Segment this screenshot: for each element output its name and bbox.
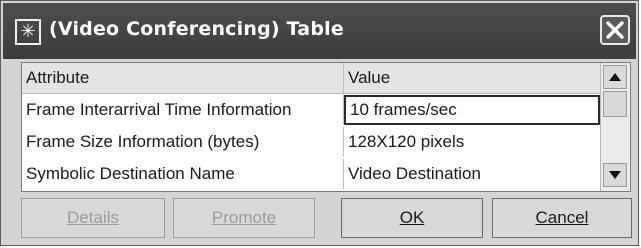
close-button[interactable] [600, 15, 630, 45]
table-dialog: ✳ (Video Conferencing) Table Attribute V… [0, 0, 639, 246]
table-row[interactable]: Frame Size Information (bytes) 128X120 p… [22, 127, 600, 157]
table-header-row: Attribute Value [22, 63, 600, 94]
vertical-scrollbar[interactable] [600, 63, 630, 191]
close-icon [606, 21, 624, 39]
window-title: (Video Conferencing) Table [49, 18, 344, 40]
arrow-up-icon [609, 73, 621, 81]
ok-button[interactable]: OK [341, 198, 483, 238]
attribute-table: Attribute Value Frame Interarrival Time … [21, 62, 631, 192]
scroll-up-button[interactable] [603, 65, 627, 89]
asterisk-icon: ✳ [15, 19, 41, 45]
attribute-column-header[interactable]: Attribute [22, 63, 344, 93]
scroll-down-button[interactable] [603, 163, 627, 187]
cancel-button[interactable]: Cancel [492, 198, 632, 238]
table-row[interactable]: Frame Interarrival Time Information 10 f… [22, 95, 600, 125]
attribute-cell[interactable]: Frame Interarrival Time Information [22, 95, 344, 125]
value-input[interactable]: 10 frames/sec [344, 95, 600, 125]
attribute-cell[interactable]: Frame Size Information (bytes) [22, 127, 344, 157]
attribute-cell[interactable]: Symbolic Destination Name [22, 159, 344, 189]
value-cell[interactable]: Video Destination [344, 159, 600, 189]
title-bar[interactable]: ✳ (Video Conferencing) Table [3, 3, 636, 59]
arrow-down-icon [609, 171, 621, 179]
value-cell[interactable]: 128X120 pixels [344, 127, 600, 157]
promote-button[interactable]: Promote [173, 198, 315, 238]
table-row[interactable]: Symbolic Destination Name Video Destinat… [22, 159, 600, 189]
details-button[interactable]: Details [21, 198, 165, 238]
value-column-header[interactable]: Value [344, 63, 600, 93]
scrollbar-thumb[interactable] [603, 91, 627, 117]
